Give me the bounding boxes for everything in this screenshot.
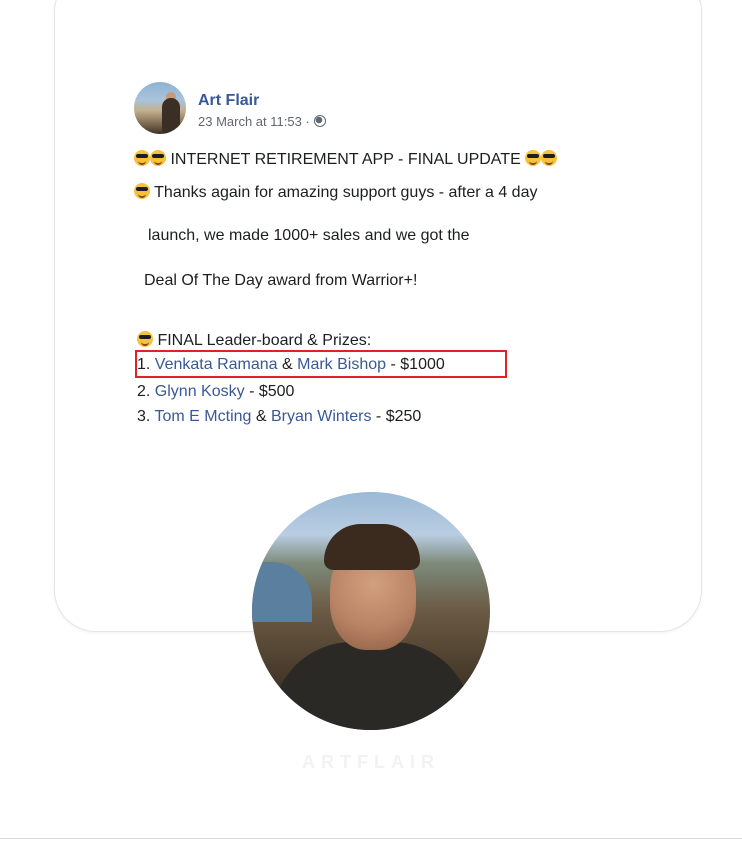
profile-photo bbox=[252, 492, 490, 730]
rank: 2. bbox=[137, 383, 151, 400]
joiner: & bbox=[255, 408, 267, 425]
author-name[interactable]: Art Flair bbox=[198, 92, 326, 110]
headline-text: INTERNET RETIREMENT APP - FINAL UPDATE bbox=[170, 151, 521, 168]
sunglasses-emoji-icon bbox=[541, 150, 558, 166]
leaderboard-heading-text: FINAL Leader-board & Prizes: bbox=[157, 332, 372, 349]
photo-sea bbox=[252, 562, 312, 622]
rank: 3. bbox=[137, 408, 151, 425]
sunglasses-emoji-icon bbox=[134, 150, 150, 166]
leaderboard-row: 2. Glynn Kosky - $500 bbox=[137, 383, 294, 401]
post-thanks-line: Thanks again for amazing support guys - … bbox=[134, 183, 537, 202]
prize: - $250 bbox=[375, 408, 422, 425]
post-headline: INTERNET RETIREMENT APP - FINAL UPDATE bbox=[134, 150, 558, 169]
leaderboard-heading: FINAL Leader-board & Prizes: bbox=[137, 331, 371, 350]
photo-hair bbox=[324, 524, 420, 570]
thanks-text: Thanks again for amazing support guys - … bbox=[154, 184, 538, 201]
highlight-box bbox=[135, 350, 507, 378]
timestamp-text: 23 March at 11:53 · bbox=[198, 113, 310, 129]
sunglasses-emoji-icon bbox=[150, 150, 166, 166]
sunglasses-emoji-icon bbox=[134, 183, 150, 199]
post-header: Art Flair 23 March at 11:53 · bbox=[134, 82, 326, 134]
brand-watermark: ARTFLAIR bbox=[302, 752, 440, 772]
globe-icon bbox=[313, 115, 326, 127]
post-award-line: Deal Of The Day award from Warrior+! bbox=[144, 272, 418, 289]
winner-link[interactable]: Tom E Mcting bbox=[155, 408, 252, 425]
winner-link[interactable]: Glynn Kosky bbox=[155, 383, 245, 400]
divider bbox=[0, 838, 742, 839]
winner-link[interactable]: Bryan Winters bbox=[271, 408, 371, 425]
leaderboard-row: 3. Tom E Mcting & Bryan Winters - $250 bbox=[137, 408, 421, 426]
sunglasses-emoji-icon bbox=[525, 150, 542, 166]
photo-shirt bbox=[272, 642, 472, 730]
post-timestamp[interactable]: 23 March at 11:53 · bbox=[198, 114, 326, 129]
prize: - $500 bbox=[249, 383, 295, 400]
sunglasses-emoji-icon bbox=[137, 331, 153, 347]
post-launch-line: launch, we made 1000+ sales and we got t… bbox=[148, 227, 470, 244]
avatar-figure bbox=[162, 98, 180, 134]
post-meta: Art Flair 23 March at 11:53 · bbox=[198, 88, 326, 129]
author-avatar[interactable] bbox=[134, 82, 186, 134]
